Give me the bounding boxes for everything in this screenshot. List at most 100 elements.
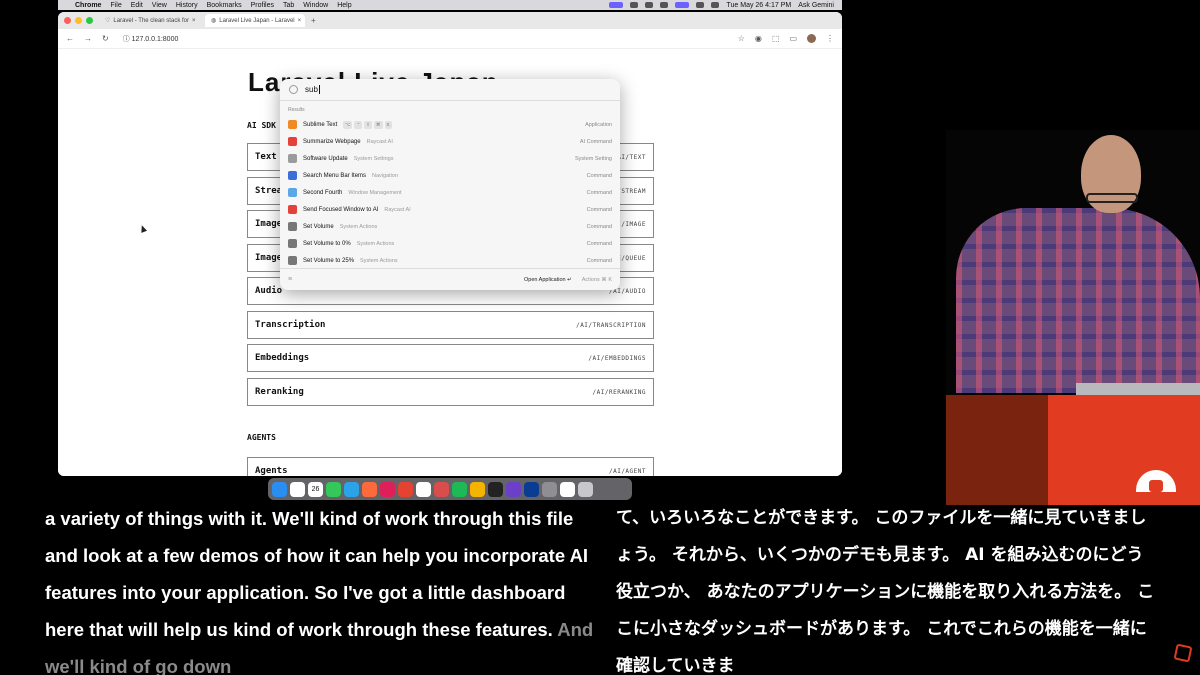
preview-icon[interactable] [560, 481, 575, 497]
moon-icon[interactable] [660, 2, 669, 8]
control-center-icon[interactable] [711, 2, 720, 8]
minimize-window-icon[interactable] [75, 17, 82, 24]
demo-row-transcription[interactable]: Transcription /AI/TRANSCRIPTION [247, 311, 654, 339]
screen-share-icon[interactable] [609, 2, 624, 8]
tab-title: Laravel - The clean stack for [113, 17, 189, 24]
raycast-icon[interactable] [362, 481, 377, 497]
demo-row-embeddings[interactable]: Embeddings /AI/EMBEDDINGS [247, 344, 654, 372]
menu-bookmarks[interactable]: Bookmarks [207, 2, 242, 9]
todoist-icon[interactable] [398, 481, 413, 497]
chrome-icon[interactable] [290, 481, 305, 497]
spotify-icon[interactable] [452, 481, 467, 497]
menu-window[interactable]: Window [303, 2, 328, 9]
key-cap: ⌥ [343, 120, 353, 129]
maximize-window-icon[interactable] [86, 17, 93, 24]
result-subtitle: Raycast AI [366, 138, 393, 145]
result-subtitle: System Actions [360, 257, 398, 264]
settings-icon[interactable] [542, 481, 557, 497]
result-title: Summarize Webpage [303, 138, 361, 145]
onepassword-icon[interactable] [524, 481, 539, 497]
demo-path: /AI/RERANKING [592, 388, 646, 396]
raycast-result-set-volume[interactable]: Set Volume System Actions Command [280, 218, 620, 235]
extensions-puzzle-icon[interactable]: ⬚ [772, 34, 780, 43]
tab-close-icon[interactable]: × [192, 18, 196, 24]
site-info-icon[interactable]: ⓘ [123, 36, 130, 43]
key-cap: S [384, 120, 392, 129]
result-subtitle: System Actions [339, 223, 378, 230]
result-title: Software Update [303, 155, 348, 162]
tab-laravel-live-japan[interactable]: ◍ Laravel Live Japan - Laravel × [205, 14, 305, 27]
demo-row-reranking[interactable]: Reranking /AI/RERANKING [247, 378, 654, 406]
raycast-footer: ≡ Open Application ↵ Actions ⌘ K [280, 268, 620, 290]
mac-menubar: Chrome File Edit View History Bookmarks … [58, 0, 842, 10]
more-menu-icon[interactable]: ⋮ [826, 34, 834, 43]
result-title: Search Menu Bar Items [303, 172, 367, 179]
menu-file[interactable]: File [110, 2, 121, 9]
raycast-result-search-menu-bar[interactable]: Search Menu Bar Items Navigation Command [280, 167, 620, 184]
gear-icon [288, 154, 297, 163]
new-tab-icon[interactable]: + [311, 16, 316, 25]
menu-edit[interactable]: Edit [131, 2, 143, 9]
english-caption: a variety of things with it. We'll kind … [45, 500, 595, 675]
raycast-search[interactable]: sub [280, 79, 620, 101]
menu-view[interactable]: View [152, 2, 167, 9]
trash-icon[interactable] [578, 481, 593, 497]
key-cap: ⌃ [354, 120, 363, 129]
tab-close-icon[interactable]: × [298, 18, 302, 24]
actions-button[interactable]: Actions ⌘ K [582, 277, 612, 283]
browser-toolbar: ← → ↻ ⓘ 127.0.0.1:8000 ☆ ◉ ⬚ ▭ ⋮ [58, 29, 842, 49]
slack-icon[interactable] [380, 481, 395, 497]
reload-icon[interactable]: ↻ [102, 34, 109, 43]
menubar-app-name[interactable]: Chrome [75, 2, 101, 9]
sidepanel-icon[interactable]: ▭ [789, 34, 797, 43]
results-label: Results [288, 107, 305, 113]
raycast-result-set-volume-0[interactable]: Set Volume to 0% System Actions Command [280, 235, 620, 252]
menu-tab[interactable]: Tab [283, 2, 294, 9]
menu-lines-icon[interactable]: ≡ [288, 276, 292, 283]
raycast-result-second-fourth[interactable]: Second Fourth Window Management Command [280, 184, 620, 201]
extension-1password-icon[interactable]: ◉ [755, 34, 762, 43]
demo-row-agents[interactable]: Agents /AI/AGENT [247, 457, 654, 476]
result-title: Set Volume to 25% [303, 257, 355, 264]
calendar-icon[interactable]: 26 [308, 481, 323, 497]
wifi-icon[interactable] [696, 2, 705, 8]
ask-gemini-button[interactable]: Ask Gemini [798, 2, 834, 9]
raycast-query[interactable]: sub [305, 85, 318, 94]
url-text: 127.0.0.1:8000 [131, 35, 179, 43]
bookmark-star-icon[interactable]: ☆ [738, 34, 745, 43]
address-bar[interactable]: ⓘ 127.0.0.1:8000 [123, 34, 179, 44]
result-type: Command [586, 172, 612, 179]
profile-avatar[interactable] [807, 34, 816, 43]
laravel-logo-mark [1149, 480, 1163, 492]
display-icon[interactable] [675, 2, 690, 8]
raycast-result-software-update[interactable]: Software Update System Settings System S… [280, 150, 620, 167]
raycast-result-send-focused-window[interactable]: Send Focused Window to AI Raycast AI Com… [280, 201, 620, 218]
menubar-clock[interactable]: Tue May 26 4:17 PM [726, 2, 791, 9]
notion-icon[interactable] [416, 481, 431, 497]
menu-profiles[interactable]: Profiles [251, 2, 274, 9]
raycast-result-summarize-webpage[interactable]: Summarize Webpage Raycast AI AI Command [280, 133, 620, 150]
section-ai-sdk: AI SDK [247, 121, 276, 130]
open-application-button[interactable]: Open Application ↵ [524, 277, 572, 283]
finder-icon[interactable] [272, 481, 287, 497]
messages-icon[interactable] [326, 481, 341, 497]
speaker-muted-icon [288, 239, 297, 248]
bolt-icon[interactable] [470, 481, 485, 497]
screenflow-icon[interactable] [506, 481, 521, 497]
menu-history[interactable]: History [176, 2, 198, 9]
focus-icon[interactable] [645, 2, 654, 8]
tab-laravel[interactable]: ♡ Laravel - The clean stack for × [99, 14, 199, 27]
demo-name: Embeddings [255, 353, 310, 363]
craft-icon[interactable] [434, 481, 449, 497]
demo-name: Audio [255, 286, 283, 296]
back-icon[interactable]: ← [66, 34, 74, 43]
raycast-result-sublime-text[interactable]: Sublime Text ⌥ ⌃ ⇧ ⌘ S Application [280, 116, 620, 133]
status-icon[interactable] [630, 2, 639, 8]
forward-icon[interactable]: → [84, 34, 92, 43]
menu-help[interactable]: Help [337, 2, 351, 9]
raycast-result-set-volume-25[interactable]: Set Volume to 25% System Actions Command [280, 252, 620, 269]
github-icon[interactable] [488, 481, 503, 497]
result-type: System Setting [575, 155, 612, 162]
close-window-icon[interactable] [64, 17, 71, 24]
telegram-icon[interactable] [344, 481, 359, 497]
